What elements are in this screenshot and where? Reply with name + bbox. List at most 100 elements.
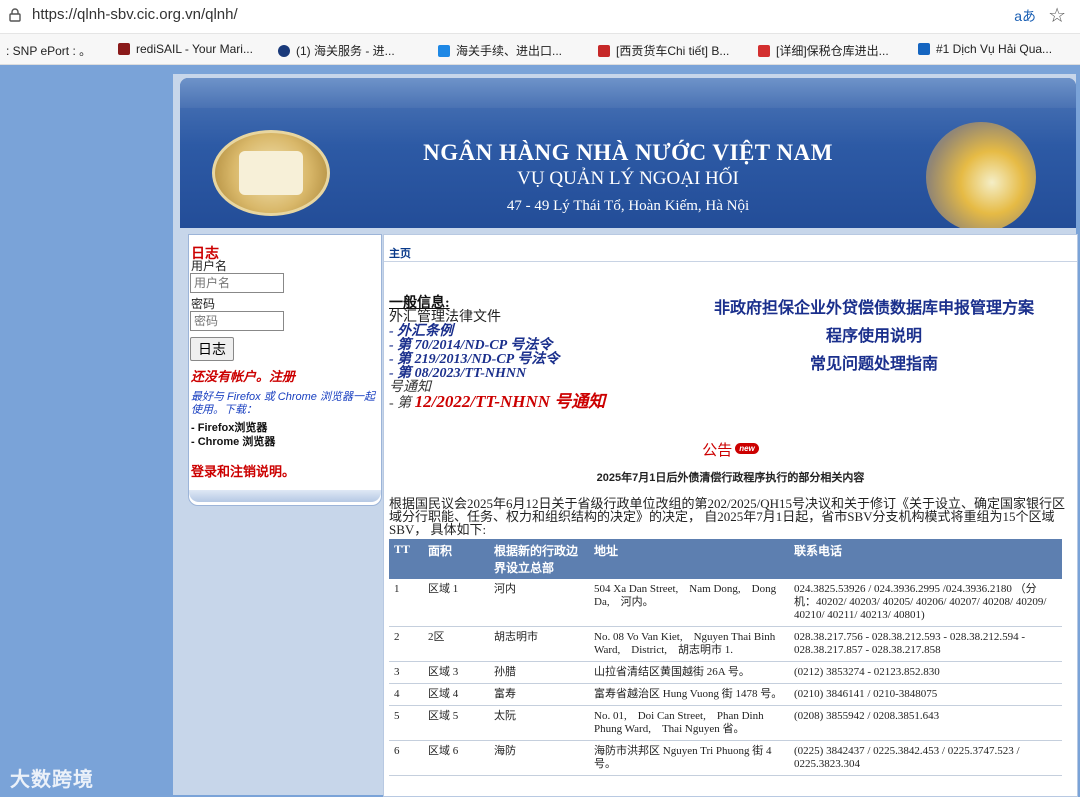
username-label: 用户名 <box>191 259 228 273</box>
login-panel: 日志 用户名 密码 日志 还没有帐户。注册 最好与 Firefox 或 Chro… <box>188 234 382 506</box>
username-input[interactable] <box>190 273 284 293</box>
cell-hq: 海防 <box>489 740 589 776</box>
table-header-row: TT 面积 根据新的行政边界设立总部 地址 联系电话 <box>389 539 1062 579</box>
url-text[interactable]: https://qlnh-sbv.cic.org.vn/qlnh/ <box>32 6 238 23</box>
bookmark-item[interactable]: : SNP ePort : 。 <box>6 42 91 59</box>
bookmarks-bar: : SNP ePort : 。 rediSAIL - Your Mari... … <box>0 34 1080 65</box>
cell-phone: 024.3825.53926 / 024.3936.2995 /024.3936… <box>789 579 1062 627</box>
globe-icon <box>926 122 1036 228</box>
col-header-phone: 联系电话 <box>789 539 1062 579</box>
table-row: 4 区域 4 富寿 富寿省越治区 Hung Vuong 街 1478 号。 (0… <box>389 683 1062 706</box>
login-button[interactable]: 日志 <box>190 337 234 361</box>
col-header-hq: 根据新的行政边界设立总部 <box>489 539 589 579</box>
table-row: 5 区域 5 太阮 No. 01, Doi Can Street, Phan D… <box>389 705 1062 741</box>
table-row: 6 区域 6 海防 海防市洪邦区 Nguyen Tri Phuong 街 4 号… <box>389 740 1062 776</box>
password-input[interactable] <box>190 311 284 331</box>
bookmark-item[interactable]: 海关手续、进出口... <box>438 42 562 59</box>
table-row: 2 2区 胡志明市 No. 08 Vo Van Kiet, Nguyen Tha… <box>389 626 1062 662</box>
breadcrumb[interactable]: 主页 <box>389 245 411 261</box>
cell-hq: 太阮 <box>489 705 589 741</box>
col-header-address: 地址 <box>589 539 789 579</box>
law-link-circular-08[interactable]: - 第 08/2023/TT-NHNN <box>389 367 605 381</box>
circular-12-link[interactable]: - 第 12/2022/TT-NHNN 号通知 <box>389 392 606 411</box>
cell-phone: (0212) 3853274 - 02123.852.830 <box>789 661 1062 684</box>
cell-address: No. 01, Doi Can Street, Phan Dinh Phung … <box>589 705 789 741</box>
new-badge: new <box>735 443 759 454</box>
main-content: 主页 一般信息: 外汇管理法律文件 - 外汇条例 - 第 70/2014/ND-… <box>383 234 1078 797</box>
program-usage-link[interactable]: 程序使用说明 <box>684 323 1064 351</box>
cell-hq: 胡志明市 <box>489 626 589 662</box>
bookmark-item[interactable]: (1) 海关服务 - 进... <box>278 42 395 59</box>
cell-address: 富寿省越治区 Hung Vuong 街 1478 号。 <box>589 683 789 706</box>
cell-phone: (0210) 3846141 / 0210-3848075 <box>789 683 1062 706</box>
bookmark-item[interactable]: [详细]保税仓库进出... <box>758 42 889 59</box>
bookmark-item[interactable]: #1 Dịch Vụ Hải Qua... <box>918 42 1052 56</box>
cell-address: 山拉省清结区黄国越街 26A 号。 <box>589 661 789 684</box>
cell-phone: (0208) 3855942 / 0208.3851.643 <box>789 705 1062 741</box>
cell-tt: 1 <box>389 579 423 627</box>
password-label: 密码 <box>191 297 216 311</box>
bookmark-favicon-icon <box>758 45 770 57</box>
col-header-tt: TT <box>389 539 423 579</box>
law-link-decree-70[interactable]: - 第 70/2014/ND-CP 号法令 <box>389 339 605 353</box>
regional-branch-table: TT 面积 根据新的行政边界设立总部 地址 联系电话 1 区域 1 河内 504… <box>389 539 1062 776</box>
col-header-area: 面积 <box>423 539 489 579</box>
cell-tt: 3 <box>389 661 423 684</box>
read-aloud-icon[interactable]: aあ <box>1014 6 1036 26</box>
notice-title: 2025年7月1日后外债清偿行政程序执行的部分相关内容 <box>596 472 865 484</box>
cell-address: No. 08 Vo Van Kiet, Nguyen Thai Binh War… <box>589 626 789 662</box>
bookmark-item[interactable]: [西贡货车Chi tiết] B... <box>598 42 729 59</box>
notice-intro: 根据国民议会2025年6月12日关于省级行政单位改组的第202/2025/QH1… <box>389 496 1066 537</box>
cell-area: 2区 <box>423 626 489 662</box>
bookmark-favicon-icon <box>438 45 450 57</box>
register-link[interactable]: 还没有帐户。注册 <box>191 366 295 385</box>
sidebar-bottom-strip <box>189 490 381 502</box>
cell-area: 区域 1 <box>423 579 489 627</box>
cell-tt: 2 <box>389 626 423 662</box>
cell-phone: 028.38.217.756 - 028.38.212.593 - 028.38… <box>789 626 1062 662</box>
breadcrumb-divider <box>384 261 1077 262</box>
bookmark-favicon-icon <box>118 43 130 55</box>
page-container: NGÂN HÀNG NHÀ NƯỚC VIỆT NAM VỤ QUẢN LÝ N… <box>173 74 1078 797</box>
law-link-regulation[interactable]: - 外汇条例 <box>389 325 605 339</box>
law-docs-label: 外汇管理法律文件 <box>389 310 501 325</box>
database-declaration-link[interactable]: 非政府担保企业外贷偿债数据库申报管理方案 <box>684 295 1064 323</box>
cell-hq: 孙腊 <box>489 661 589 684</box>
banner-top-strip <box>180 78 1076 108</box>
cell-address: 504 Xa Dan Street, Nam Dong, Dong Da, 河内… <box>589 579 789 627</box>
law-link-decree-219[interactable]: - 第 219/2013/ND-CP 号法令 <box>389 353 605 367</box>
faq-link[interactable]: 常见问题处理指南 <box>684 351 1064 379</box>
cell-address: 海防市洪邦区 Nguyen Tri Phuong 街 4 号。 <box>589 740 789 776</box>
circular-prefix: - 第 <box>389 396 412 411</box>
guide-links: 非政府担保企业外贷偿债数据库申报管理方案 程序使用说明 常见问题处理指南 <box>684 295 1064 379</box>
lock-icon <box>9 8 21 22</box>
star-icon[interactable]: ☆ <box>1048 3 1066 28</box>
table-row: 3 区域 3 孙腊 山拉省清结区黄国越街 26A 号。 (0212) 38532… <box>389 661 1062 684</box>
login-logout-instructions-link[interactable]: 登录和注销说明。 <box>191 461 295 480</box>
general-info: 一般信息: 外汇管理法律文件 - 外汇条例 - 第 70/2014/ND-CP … <box>389 297 605 411</box>
bookmark-favicon-icon <box>598 45 610 57</box>
notice-heading: 公告 new <box>384 439 1077 460</box>
cell-area: 区域 6 <box>423 740 489 776</box>
cell-area: 区域 4 <box>423 683 489 706</box>
browser-hint: 最好与 Firefox 或 Chrome 浏览器一起使用。下载： <box>191 391 375 416</box>
download-chrome-link[interactable]: - Chrome 浏览器 <box>191 433 275 449</box>
table-row: 1 区域 1 河内 504 Xa Dan Street, Nam Dong, D… <box>389 579 1062 627</box>
header-banner: NGÂN HÀNG NHÀ NƯỚC VIỆT NAM VỤ QUẢN LÝ N… <box>180 78 1076 228</box>
bookmark-item[interactable]: rediSAIL - Your Mari... <box>118 42 253 56</box>
circular-12-text: 12/2022/TT-NHNN 号通知 <box>414 392 606 411</box>
notice-label: 公告 <box>702 443 733 459</box>
bookmark-favicon-icon <box>918 43 930 55</box>
cell-area: 区域 3 <box>423 661 489 684</box>
cell-tt: 5 <box>389 705 423 741</box>
cell-tt: 4 <box>389 683 423 706</box>
cell-hq: 河内 <box>489 579 589 627</box>
cell-hq: 富寿 <box>489 683 589 706</box>
address-bar[interactable]: https://qlnh-sbv.cic.org.vn/qlnh/ aあ ☆ <box>0 0 1080 34</box>
general-info-heading: 一般信息: <box>389 296 450 311</box>
watermark: 大数跨境 <box>10 769 94 791</box>
cell-area: 区域 5 <box>423 705 489 741</box>
cell-phone: (0225) 3842437 / 0225.3842.453 / 0225.37… <box>789 740 1062 776</box>
bookmark-favicon-icon <box>278 45 290 57</box>
cell-tt: 6 <box>389 740 423 776</box>
